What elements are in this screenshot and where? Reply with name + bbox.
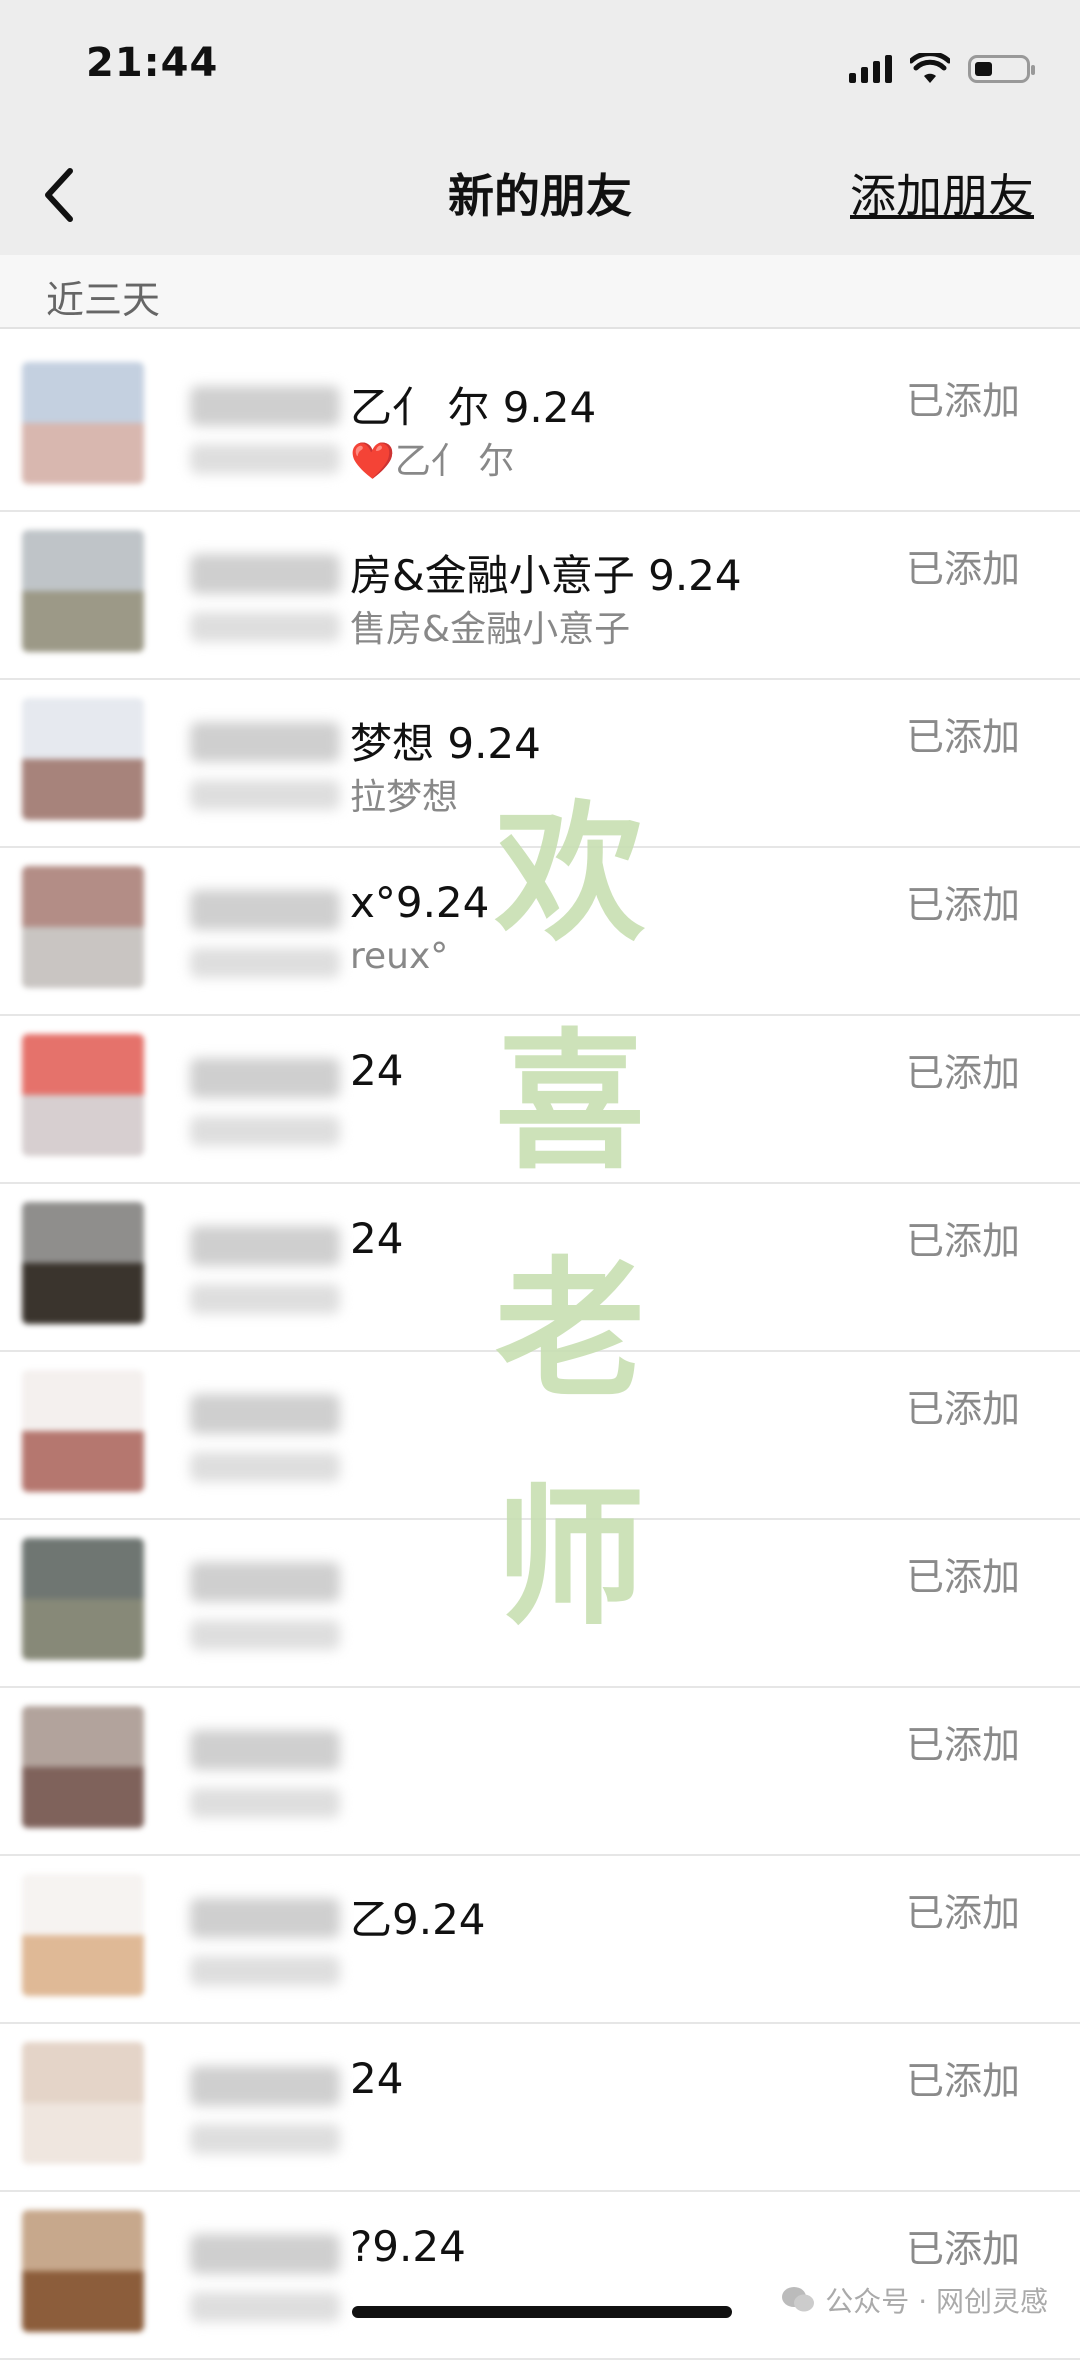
add-friend-link[interactable]: 添加朋友	[850, 160, 1034, 226]
avatar	[22, 1370, 144, 1492]
added-status: 已添加	[905, 547, 1020, 591]
blurred-name	[190, 2066, 340, 2106]
watermark: 欢 喜 老 师	[470, 760, 670, 1672]
status-icons	[849, 48, 1035, 90]
friend-request-row[interactable]: 乙亻 尔 9.24 ❤️乙亻 尔 已添加	[0, 344, 1080, 512]
section-label: 近三天	[46, 278, 161, 322]
home-indicator[interactable]	[352, 2306, 732, 2318]
avatar	[22, 1874, 144, 1996]
blurred-sub	[190, 2124, 340, 2154]
blurred-sub	[190, 948, 340, 978]
blurred-name	[190, 554, 340, 594]
blurred-name	[190, 1730, 340, 1770]
friend-request-row[interactable]: 房&金融小意子 9.24 售房&金融小意子 已添加	[0, 512, 1080, 680]
added-status: 已添加	[905, 1387, 1020, 1431]
battery-level	[975, 62, 992, 76]
avatar	[22, 1202, 144, 1324]
blurred-name	[190, 1226, 340, 1266]
friend-name: 乙亻 尔 9.24	[350, 383, 597, 432]
friend-name: 24	[350, 2054, 404, 2103]
blurred-name	[190, 1394, 340, 1434]
blurred-sub	[190, 1116, 340, 1146]
blurred-sub	[190, 2292, 340, 2322]
section-header: 近三天	[0, 255, 1080, 329]
avatar	[22, 1034, 144, 1156]
battery-icon	[968, 55, 1035, 83]
avatar	[22, 1538, 144, 1660]
friend-request-row[interactable]: 已添加	[0, 1688, 1080, 1856]
added-status: 已添加	[905, 1723, 1020, 1767]
blurred-sub	[190, 1620, 340, 1650]
blurred-name	[190, 722, 340, 762]
blurred-sub	[190, 1452, 340, 1482]
friend-name: 24	[350, 1214, 404, 1263]
blurred-name	[190, 1058, 340, 1098]
added-status: 已添加	[905, 2227, 1020, 2271]
blurred-sub	[190, 780, 340, 810]
blurred-sub	[190, 612, 340, 642]
wifi-icon	[910, 53, 950, 83]
watermark-char: 老	[494, 1242, 645, 1418]
avatar	[22, 530, 144, 652]
friend-note: ❤️乙亻 尔	[350, 441, 515, 482]
avatar	[22, 2042, 144, 2164]
friend-note: 售房&金融小意子	[350, 609, 631, 650]
blurred-name	[190, 1898, 340, 1938]
wechat-icon	[782, 2287, 815, 2312]
blurred-sub	[190, 1788, 340, 1818]
added-status: 已添加	[905, 715, 1020, 759]
blurred-name	[190, 2234, 340, 2274]
blurred-sub	[190, 444, 340, 474]
friend-name: x°9.24	[350, 878, 490, 927]
avatar	[22, 698, 144, 820]
friend-request-row[interactable]: ?9.24 已添加	[0, 2192, 1080, 2360]
footer-text: 公众号 · 网创灵感	[825, 2285, 1048, 2318]
status-time: 21:44	[86, 40, 219, 86]
friend-note: reux°	[350, 936, 449, 977]
blurred-name	[190, 1562, 340, 1602]
blurred-name	[190, 386, 340, 426]
footer-watermark: 公众号 · 网创灵感	[781, 2280, 1048, 2320]
added-status: 已添加	[905, 1891, 1020, 1935]
signal-icon	[849, 55, 892, 83]
friend-name: 乙9.24	[350, 1895, 486, 1944]
friend-request-row[interactable]: 乙9.24 已添加	[0, 1856, 1080, 2024]
friend-name: 24	[350, 1046, 404, 1095]
watermark-char: 欢	[494, 786, 645, 962]
avatar	[22, 866, 144, 988]
added-status: 已添加	[905, 883, 1020, 927]
friend-name: 房&金融小意子 9.24	[350, 551, 742, 600]
watermark-char: 喜	[494, 1014, 645, 1190]
added-status: 已添加	[905, 1051, 1020, 1095]
added-status: 已添加	[905, 1219, 1020, 1263]
blurred-name	[190, 890, 340, 930]
avatar	[22, 1706, 144, 1828]
avatar	[22, 362, 144, 484]
top-bar: 21:44 新的朋友 添加朋友	[0, 0, 1080, 255]
friend-request-row[interactable]: 24 已添加	[0, 2024, 1080, 2192]
watermark-char: 师	[494, 1470, 645, 1646]
friend-note: 拉梦想	[350, 777, 459, 818]
added-status: 已添加	[905, 2059, 1020, 2103]
blurred-sub	[190, 1956, 340, 1986]
added-status: 已添加	[905, 1555, 1020, 1599]
avatar	[22, 2210, 144, 2332]
added-status: 已添加	[905, 379, 1020, 423]
friend-name: ?9.24	[350, 2222, 466, 2271]
blurred-sub	[190, 1284, 340, 1314]
